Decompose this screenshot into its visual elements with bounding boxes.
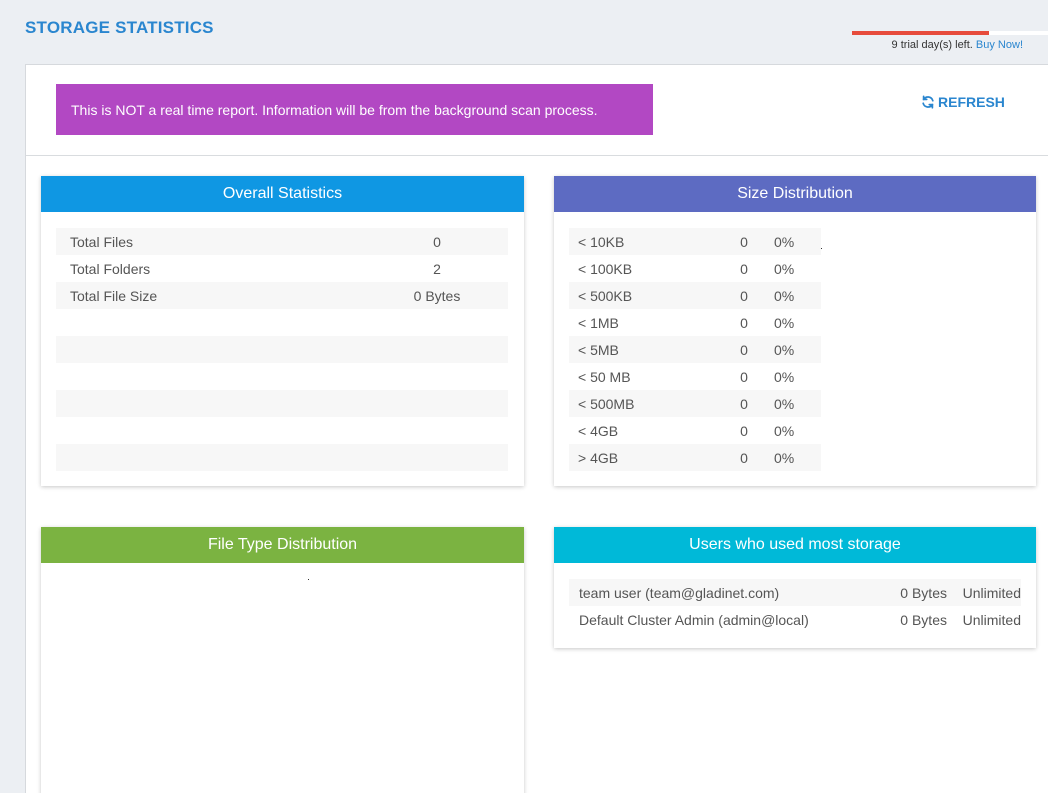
size-distribution-card: Size Distribution < 10KB 0 0% < 100KB 0 0% < 5…	[554, 176, 1036, 486]
overall-stat-row: Total File Size 0 Bytes	[56, 282, 508, 309]
notice-banner: This is NOT a real time report. Informat…	[56, 84, 653, 135]
size-label: > 4GB	[578, 449, 619, 466]
refresh-button[interactable]: REFRESH	[921, 92, 1005, 112]
size-distribution-row: < 50 MB 0 0%	[569, 363, 821, 390]
size-label: < 5MB	[578, 341, 619, 358]
size-percent: 0%	[774, 422, 795, 439]
size-percent: 0%	[774, 287, 795, 304]
stat-label: Total Folders	[70, 260, 151, 277]
buy-now-link[interactable]: Buy Now!	[976, 39, 1023, 51]
size-count: 0	[740, 368, 748, 385]
stat-label: Total Files	[70, 233, 134, 250]
size-label: < 10KB	[578, 233, 625, 250]
user-name: team user (team@gladinet.com)	[579, 584, 780, 601]
size-count: 0	[740, 449, 748, 466]
size-distribution-table: < 10KB 0 0% < 100KB 0 0% < 500KB 0 0% < 1MB 0 0% < 5…	[569, 228, 821, 471]
empty-row	[56, 417, 508, 444]
stat-value: 2	[433, 260, 441, 277]
size-label: < 500KB	[578, 287, 633, 304]
size-label: < 4GB	[578, 422, 619, 439]
top-users-header: Users who used most storage	[554, 527, 1036, 563]
trial-status: 9 trial day(s) left. Buy Now!	[852, 31, 1048, 53]
stat-label: Total File Size	[70, 287, 158, 304]
size-percent: 0%	[774, 395, 795, 412]
size-distribution-header: Size Distribution	[554, 176, 1036, 212]
trial-days-left: 9 trial day(s) left.	[891, 39, 973, 51]
size-label: < 100KB	[578, 260, 633, 277]
stat-value: 0	[433, 233, 441, 250]
size-chart-marker	[821, 248, 822, 249]
empty-row	[56, 336, 508, 363]
size-distribution-row: < 1MB 0 0%	[569, 309, 821, 336]
size-distribution-row: < 5MB 0 0%	[569, 336, 821, 363]
size-percent: 0%	[774, 314, 795, 331]
size-label: < 500MB	[578, 395, 635, 412]
size-distribution-row: < 10KB 0 0%	[569, 228, 821, 255]
page-title: STORAGE STATISTICS	[25, 18, 214, 37]
user-row: team user (team@gladinet.com) 0 Bytes Unli…	[569, 579, 1021, 606]
size-count: 0	[740, 395, 748, 412]
size-percent: 0%	[774, 341, 795, 358]
size-distribution-row: < 500MB 0 0%	[569, 390, 821, 417]
size-label: < 1MB	[578, 314, 619, 331]
top-users-table: team user (team@gladinet.com) 0 Bytes Unli…	[569, 579, 1021, 633]
file-type-chart-marker	[308, 579, 309, 580]
stat-value: 0 Bytes	[413, 287, 461, 304]
size-count: 0	[740, 287, 748, 304]
user-row: Default Cluster Admin (admin@local) 0 Byt…	[569, 606, 1021, 633]
refresh-icon	[922, 95, 934, 109]
trial-progress-fill	[852, 31, 990, 35]
size-count: 0	[740, 314, 748, 331]
trial-text: 9 trial day(s) left. Buy Now!	[852, 39, 1048, 51]
overall-statistics-card: Overall Statistics Total Files 0 Total Fol…	[41, 176, 524, 486]
empty-row	[56, 390, 508, 417]
overall-statistics-table: Total Files 0 Total Folders 2 Total File Siz…	[56, 228, 508, 471]
size-percent: 0%	[774, 260, 795, 277]
size-count: 0	[740, 260, 748, 277]
size-count: 0	[740, 422, 748, 439]
trial-progress-bar	[852, 31, 1048, 35]
size-distribution-row: < 4GB 0 0%	[569, 417, 821, 444]
size-distribution-row: < 100KB 0 0%	[569, 255, 821, 282]
size-percent: 0%	[774, 233, 795, 250]
user-size: 0 Bytes	[900, 584, 947, 601]
user-quota: Unlimited	[962, 584, 1021, 601]
top-users-card: Users who used most storage team user (t…	[554, 527, 1036, 648]
size-percent: 0%	[774, 368, 795, 385]
file-type-distribution-header: File Type Distribution	[41, 527, 524, 563]
overall-statistics-header: Overall Statistics	[41, 176, 524, 212]
empty-row	[56, 363, 508, 390]
size-count: 0	[740, 341, 748, 358]
overall-stat-row: Total Folders 2	[56, 255, 508, 282]
size-distribution-row: < 500KB 0 0%	[569, 282, 821, 309]
size-percent: 0%	[774, 449, 795, 466]
overall-stat-row: Total Files 0	[56, 228, 508, 255]
file-type-distribution-card: File Type Distribution	[41, 527, 524, 793]
user-quota: Unlimited	[962, 611, 1021, 628]
size-distribution-row: > 4GB 0 0%	[569, 444, 821, 471]
empty-row	[56, 444, 508, 471]
size-label: < 50 MB	[578, 368, 631, 385]
empty-row	[56, 309, 508, 336]
user-size: 0 Bytes	[900, 611, 947, 628]
refresh-label: REFRESH	[938, 94, 1005, 110]
user-name: Default Cluster Admin (admin@local)	[579, 611, 809, 628]
size-count: 0	[740, 233, 748, 250]
header-divider	[26, 155, 1048, 156]
